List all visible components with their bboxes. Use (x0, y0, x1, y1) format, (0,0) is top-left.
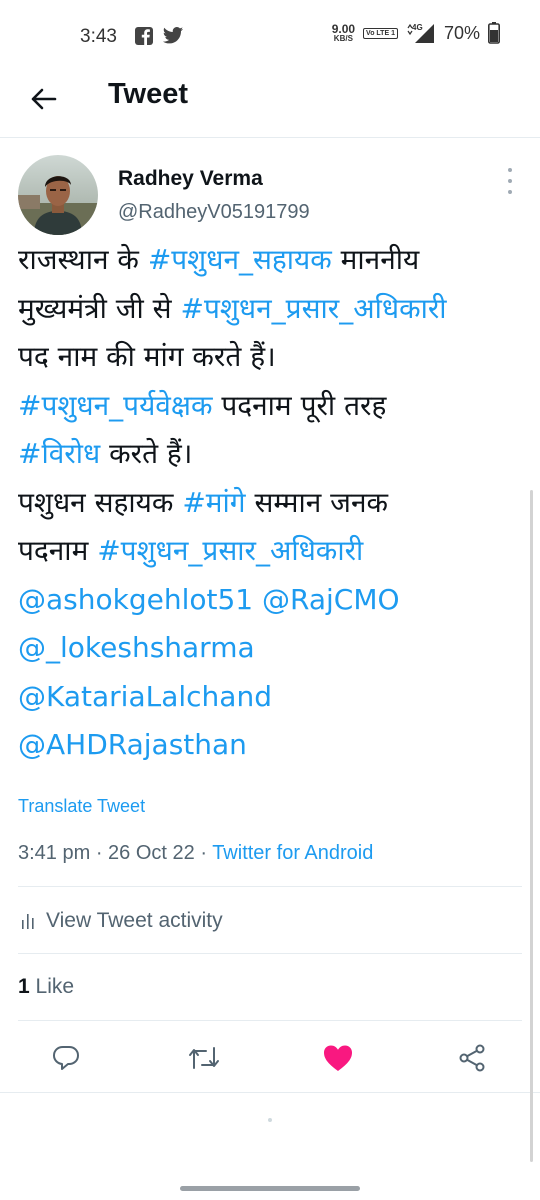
tweet-line: पशुधन सहायक #मांगे सम्मान जनक (18, 479, 518, 528)
like-button[interactable] (320, 1040, 356, 1076)
tweet-text: राजस्थान के #पशुधन_सहायक माननीय मुख्यमंत्… (18, 236, 518, 770)
page-title: Tweet (108, 78, 189, 110)
hashtag-link[interactable]: #पशुधन_पर्यवेक्षक (18, 389, 212, 422)
translate-tweet-link[interactable]: Translate Tweet (18, 796, 145, 817)
tweet-meta: 3:41 pm · 26 Oct 22 · Twitter for Androi… (18, 842, 373, 865)
retweet-button[interactable] (186, 1040, 222, 1076)
tweet-text-segment: पशुधन सहायक (18, 485, 183, 519)
arrow-left-icon (31, 88, 57, 110)
likes-count[interactable]: 1 Like (18, 975, 74, 999)
tweet-text-segment: करते हैं। (100, 437, 193, 470)
reply-button[interactable] (48, 1040, 84, 1076)
volte-badge: Vo LTE 1 (363, 27, 398, 39)
loading-dot (268, 1118, 272, 1122)
share-button[interactable] (454, 1040, 490, 1076)
view-tweet-activity[interactable]: View Tweet activity (18, 906, 223, 936)
tweet-line: @_lokeshsharma (18, 624, 518, 673)
status-bar: 3:43 9.00 KB/S Vo LTE 1 4G 70% (0, 0, 540, 72)
network-speed: 9.00 KB/S (331, 22, 356, 43)
mention-link[interactable]: @_lokeshsharma (18, 631, 255, 664)
author-name[interactable]: Radhey Verma (118, 167, 263, 191)
svg-text:4G: 4G (412, 23, 423, 32)
tweet-text-segment: सम्मान जनक (245, 485, 389, 519)
tweet-text-segment (253, 583, 262, 616)
divider (0, 1092, 540, 1093)
more-options-button[interactable] (498, 168, 522, 194)
back-button[interactable] (26, 82, 60, 116)
battery-percent: 70% (443, 22, 480, 43)
author-handle[interactable]: @RadheyV05191799 (118, 201, 310, 224)
mention-link[interactable]: @KatariaLalchand (18, 680, 272, 713)
mention-link[interactable]: @RajCMO (262, 583, 400, 616)
hashtag-link[interactable]: #पशुधन_प्रसार_अधिकारी (97, 534, 363, 567)
tweet-line: @ashokgehlot51 @RajCMO (18, 576, 518, 625)
tweet-line: पद नाम की मांग करते हैं। (18, 333, 518, 382)
tweet-actions (0, 1035, 540, 1081)
meta-separator: · (90, 842, 109, 864)
tweet-line: राजस्थान के #पशुधन_सहायक माननीय (18, 236, 518, 285)
retweet-icon (189, 1047, 219, 1069)
tweet-line: #पशुधन_पर्यवेक्षक पदनाम पूरी तरह (18, 382, 518, 431)
tweet-text-segment: पदनाम पूरी तरह (212, 388, 387, 422)
status-time: 3:43 (80, 26, 117, 47)
tweet-line: मुख्यमंत्री जी से #पशुधन_प्रसार_अधिकारी (18, 285, 518, 334)
hashtag-link[interactable]: #पशुधन_सहायक (148, 243, 332, 276)
tweet-date: 26 Oct 22 (108, 842, 195, 864)
hashtag-link[interactable]: #मांगे (182, 486, 245, 519)
tweet-line: पदनाम #पशुधन_प्रसार_अधिकारी (18, 527, 518, 576)
home-indicator[interactable] (180, 1186, 360, 1191)
status-right: 9.00 KB/S Vo LTE 1 4G 70% (332, 22, 500, 44)
notification-icons (134, 26, 184, 46)
tweet-line: @AHDRajasthan (18, 721, 518, 770)
tweet-source-link[interactable]: Twitter for Android (212, 842, 373, 864)
profile-photo (18, 155, 98, 235)
share-icon (459, 1044, 485, 1072)
divider (18, 953, 522, 954)
tweet-text-segment: माननीय (331, 243, 420, 276)
tweet-text-segment: पदनाम (18, 534, 98, 567)
mention-link[interactable]: @ashokgehlot51 (18, 583, 253, 616)
avatar[interactable] (18, 155, 98, 235)
tweet-text-segment: राजस्थान के (18, 243, 148, 276)
mention-link[interactable]: @AHDRajasthan (18, 728, 247, 761)
meta-separator: · (194, 842, 213, 864)
signal-icon: 4G (407, 23, 434, 43)
tweet-line: #विरोध करते हैं। (18, 430, 518, 479)
speech-bubble-icon (53, 1046, 79, 1070)
divider (18, 1020, 522, 1021)
heart-icon (324, 1045, 352, 1071)
hashtag-link[interactable]: #विरोध (18, 437, 100, 470)
tweet-text-segment: पद नाम की मांग करते हैं। (18, 340, 276, 373)
bar-chart-icon (22, 914, 34, 929)
tweet-text-segment: मुख्यमंत्री जी से (18, 291, 181, 325)
divider (18, 886, 522, 887)
scrollbar[interactable] (530, 490, 533, 1162)
battery-icon (488, 22, 500, 44)
tweet-time: 3:41 pm (18, 842, 91, 864)
activity-label: View Tweet activity (46, 909, 223, 932)
twitter-notification-icon (162, 27, 184, 44)
tweet-line: @KatariaLalchand (18, 673, 518, 722)
app-header: Tweet (0, 72, 540, 138)
like-count-label: Like (29, 975, 75, 998)
vertical-dots-icon (508, 168, 512, 172)
like-count-number: 1 (18, 975, 30, 998)
hashtag-link[interactable]: #पशुधन_प्रसार_अधिकारी (180, 292, 446, 325)
facebook-notification-icon (135, 27, 153, 45)
